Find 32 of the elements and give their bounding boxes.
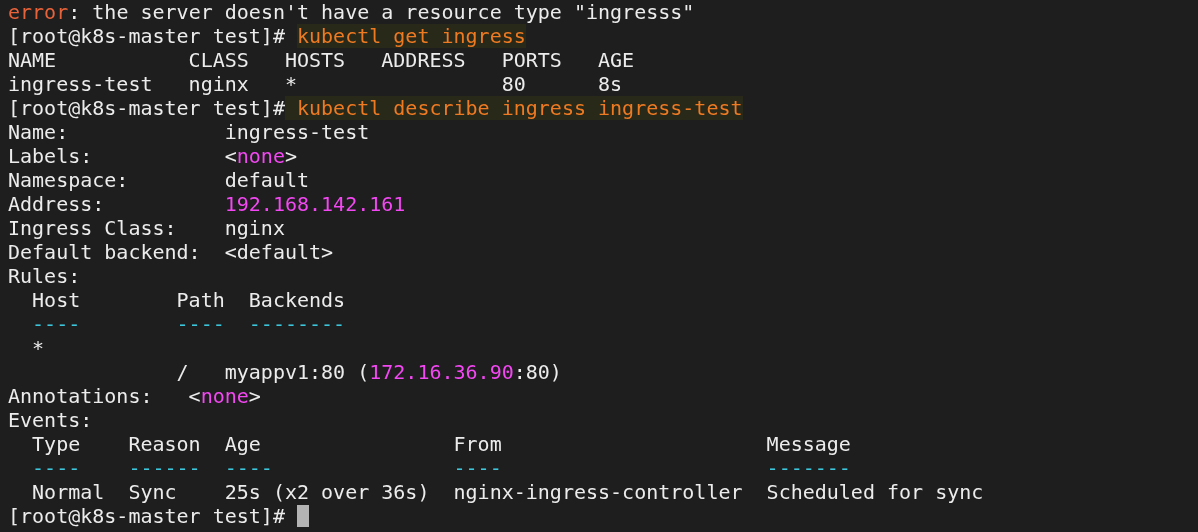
- output-text: Annotations: <: [8, 384, 201, 408]
- output-text: >: [248, 384, 261, 408]
- command-text: kubectl get ingress: [297, 24, 526, 48]
- output-text: :80): [513, 360, 562, 384]
- output-text: NAME CLASS HOSTS ADDRESS PORTS AGE: [8, 48, 635, 72]
- highlighted-value: none: [236, 144, 285, 168]
- output-text: : the server doesn't have a resource type "ingresss": [68, 0, 695, 24]
- output-text: / myappv1:80 (: [175, 360, 370, 384]
- output-text: Rules:: [8, 264, 81, 288]
- shell-prompt: [root@k8s-master test]#: [8, 96, 285, 120]
- output-text: Name: ingress-test: [8, 120, 370, 144]
- output-text: Normal Sync 25s (x2 over 36s) nginx-ingress-controller Scheduled for sync: [31, 480, 984, 504]
- output-text: Host Path Backends: [31, 288, 346, 312]
- highlighted-value: 192.168.142.161: [224, 192, 406, 216]
- output-text: >: [284, 144, 297, 168]
- shell-prompt: [root@k8s-master test]#: [8, 504, 286, 528]
- output-text: Labels: <: [8, 144, 237, 168]
- highlighted-value: 172.16.36.90: [369, 360, 514, 384]
- error-label: error: [8, 0, 69, 24]
- output-text: Events:: [8, 408, 93, 432]
- output-text: ingress-test nginx * 80 8s: [8, 72, 623, 96]
- output-text: Namespace: default: [8, 168, 310, 192]
- output-text: Ingress Class: nginx: [8, 216, 285, 240]
- shell-prompt: [root@k8s-master test]#: [8, 24, 286, 48]
- output-text: *: [31, 336, 45, 360]
- output-text: Address:: [8, 192, 106, 216]
- command-text: kubectl describe ingress ingress-test: [284, 96, 743, 120]
- column-rule: ---- ------ ---- ---- -------: [31, 456, 851, 480]
- output-text: Default backend: <default>: [8, 240, 334, 264]
- output-text: Type Reason Age From Message: [31, 432, 851, 456]
- highlighted-value: none: [200, 384, 249, 408]
- column-rule: ---- ---- --------: [31, 312, 346, 336]
